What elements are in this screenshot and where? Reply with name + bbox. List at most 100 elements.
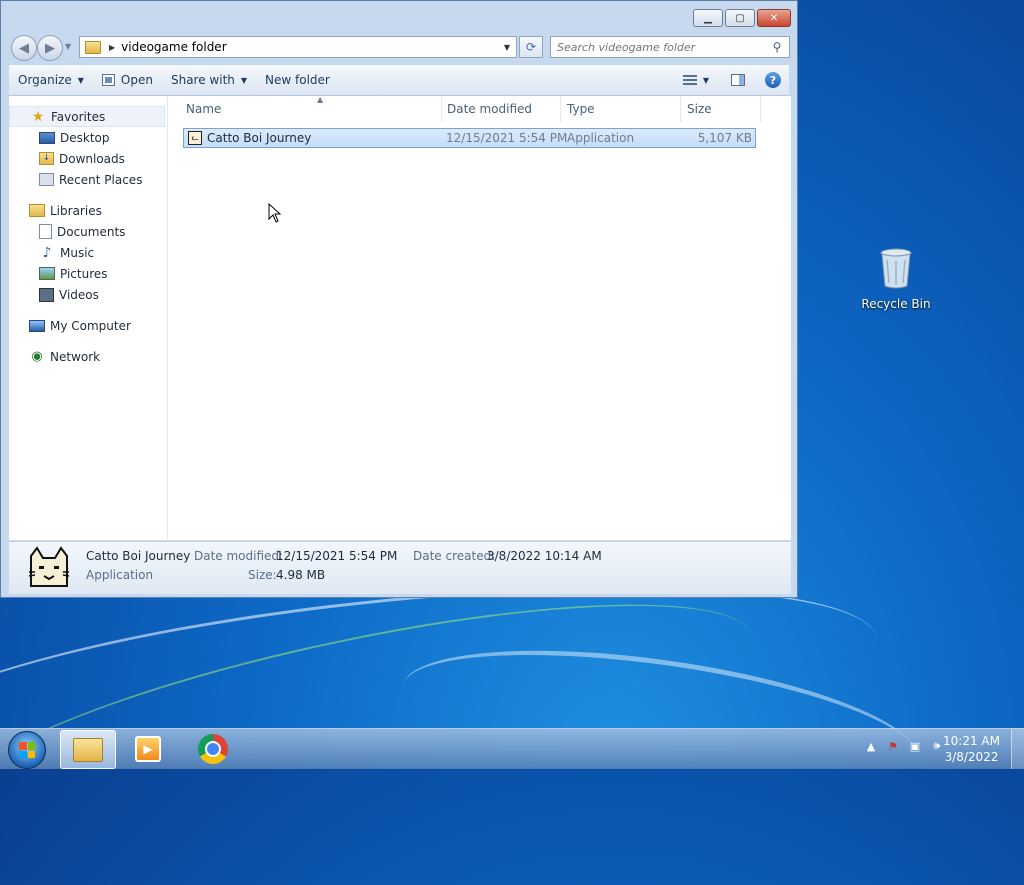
nav-pictures-label: Pictures: [60, 266, 108, 281]
nav-videos[interactable]: Videos: [9, 284, 167, 305]
folder-icon: [85, 40, 101, 54]
details-size-label: Size:: [248, 568, 277, 582]
file-name: Catto Boi Journey: [207, 131, 312, 145]
caption-buttons: ▁ ▢ ✕: [693, 9, 791, 27]
refresh-button[interactable]: ⟳: [519, 36, 543, 58]
column-header-date-label: Date modified: [447, 102, 533, 116]
column-header-name-label: Name: [186, 102, 222, 116]
nav-favorites[interactable]: ★ Favorites: [9, 106, 165, 127]
table-row[interactable]: ᓚ Catto Boi Journey 12/15/2021 5:54 PM A…: [183, 128, 756, 148]
clock-date: 3/8/2022: [944, 750, 999, 764]
preview-pane-icon[interactable]: [731, 74, 745, 86]
views-icon[interactable]: [682, 75, 697, 85]
search-icon[interactable]: ⚲: [769, 40, 785, 54]
share-with-button[interactable]: Share with ▼: [162, 65, 256, 95]
close-button[interactable]: ✕: [757, 9, 791, 27]
computer-icon: [29, 319, 45, 332]
nav-favorites-label: Favorites: [51, 109, 106, 124]
taskbar-explorer[interactable]: [60, 730, 116, 769]
help-icon[interactable]: ?: [765, 72, 781, 88]
sort-ascending-icon: ▲: [317, 95, 324, 104]
network-icon: ◉: [31, 348, 43, 364]
nav-my-computer[interactable]: My Computer: [9, 315, 167, 336]
desktop-icon: [39, 131, 55, 144]
windows-logo-icon: [19, 742, 35, 758]
nav-pictures[interactable]: Pictures: [9, 263, 167, 284]
computer-group: My Computer: [9, 315, 167, 336]
libraries-group: Libraries Documents ♪ Music Pictures Vid…: [9, 200, 167, 305]
taskbar-chrome[interactable]: [186, 730, 240, 767]
network-group: ◉ Network: [9, 346, 167, 367]
recycle-bin-icon: [880, 248, 912, 289]
explorer-window: ▁ ▢ ✕ ◀ ▶ ▼ ▶ videogame folder ▼ ⟳ ⚲ Org…: [0, 0, 798, 598]
nav-recent-places-label: Recent Places: [59, 172, 143, 187]
recycle-bin-shortcut[interactable]: Recycle Bin: [858, 248, 934, 311]
column-header-date-modified[interactable]: Date modified: [441, 96, 561, 122]
open-button[interactable]: Open: [93, 65, 162, 95]
nav-downloads-label: Downloads: [59, 151, 125, 166]
breadcrumb-videogame-folder[interactable]: videogame folder: [121, 40, 226, 54]
details-date-created-label: Date created:: [413, 549, 496, 563]
recent-pages-dropdown-icon[interactable]: ▼: [65, 42, 71, 51]
details-date-created: 3/8/2022 10:14 AM: [487, 549, 602, 563]
column-header-name[interactable]: ▲ Name: [180, 95, 442, 122]
views-dropdown-icon[interactable]: ▼: [703, 76, 709, 85]
new-folder-label: New folder: [265, 73, 330, 87]
minimize-button[interactable]: ▁: [693, 9, 723, 27]
column-header-type[interactable]: Type: [561, 96, 681, 122]
network-status-icon[interactable]: ▣: [908, 740, 922, 753]
start-button[interactable]: [8, 731, 46, 769]
nav-desktop[interactable]: Desktop: [9, 127, 167, 148]
search-box[interactable]: ⚲: [550, 36, 790, 58]
nav-downloads[interactable]: ↓ Downloads: [9, 148, 167, 169]
forward-button[interactable]: ▶: [37, 35, 63, 61]
recycle-bin-label: Recycle Bin: [861, 297, 931, 311]
nav-documents-label: Documents: [57, 224, 126, 239]
nav-libraries[interactable]: Libraries: [9, 200, 167, 221]
search-input[interactable]: [551, 39, 769, 55]
favorites-group: ★ Favorites Desktop ↓ Downloads Recent P…: [9, 106, 167, 190]
volume-icon[interactable]: 🕪: [930, 739, 944, 753]
column-header-size[interactable]: Size: [681, 96, 761, 122]
nav-recent-places[interactable]: Recent Places: [9, 169, 167, 190]
show-desktop-button[interactable]: [1011, 729, 1024, 769]
show-hidden-icons-icon[interactable]: ▲: [864, 740, 878, 753]
content-area: ★ Favorites Desktop ↓ Downloads Recent P…: [9, 95, 791, 540]
address-dropdown-icon[interactable]: ▼: [504, 43, 510, 52]
maximize-button[interactable]: ▢: [725, 9, 755, 27]
details-date-modified: 12/15/2021 5:54 PM: [276, 549, 398, 563]
explorer-icon: [73, 737, 103, 762]
taskbar-media-player[interactable]: ▶: [121, 730, 175, 767]
address-bar[interactable]: ▶ videogame folder ▼: [79, 36, 517, 58]
details-file-type: Application: [86, 568, 154, 582]
command-bar: Organize ▼ Open Share with ▼ New folder ▼ …: [9, 65, 789, 96]
nav-desktop-label: Desktop: [60, 130, 110, 145]
organize-button[interactable]: Organize ▼: [9, 65, 93, 95]
clock[interactable]: 10:21 AM 3/8/2022: [943, 733, 1000, 765]
nav-music[interactable]: ♪ Music: [9, 242, 167, 263]
toolbar-right: ▼ ?: [682, 72, 789, 88]
clock-time: 10:21 AM: [943, 734, 1000, 748]
details-size: 4.98 MB: [276, 568, 326, 582]
nav-videos-label: Videos: [59, 287, 99, 302]
nav-network[interactable]: ◉ Network: [9, 346, 167, 367]
back-button[interactable]: ◀: [11, 35, 37, 61]
cat-app-icon: [28, 546, 70, 587]
star-icon: ★: [31, 108, 45, 125]
pictures-icon: [39, 267, 55, 280]
open-label: Open: [120, 73, 153, 87]
navigation-pane: ★ Favorites Desktop ↓ Downloads Recent P…: [9, 96, 168, 540]
address-row: ◀ ▶ ▼ ▶ videogame folder ▼ ⟳ ⚲: [9, 33, 790, 61]
videos-icon: [39, 287, 54, 302]
column-header-type-label: Type: [567, 102, 595, 116]
music-icon: ♪: [42, 244, 52, 261]
new-folder-button[interactable]: New folder: [256, 65, 339, 95]
action-center-icon[interactable]: ⚑: [886, 740, 900, 753]
organize-label: Organize: [18, 73, 72, 87]
file-size: 5,107 KB: [697, 131, 752, 145]
nav-documents[interactable]: Documents: [9, 221, 167, 242]
breadcrumb-arrow-icon[interactable]: ▶: [109, 43, 115, 52]
nav-network-label: Network: [50, 349, 101, 364]
mouse-cursor-icon: [268, 203, 282, 223]
documents-icon: [39, 224, 52, 239]
